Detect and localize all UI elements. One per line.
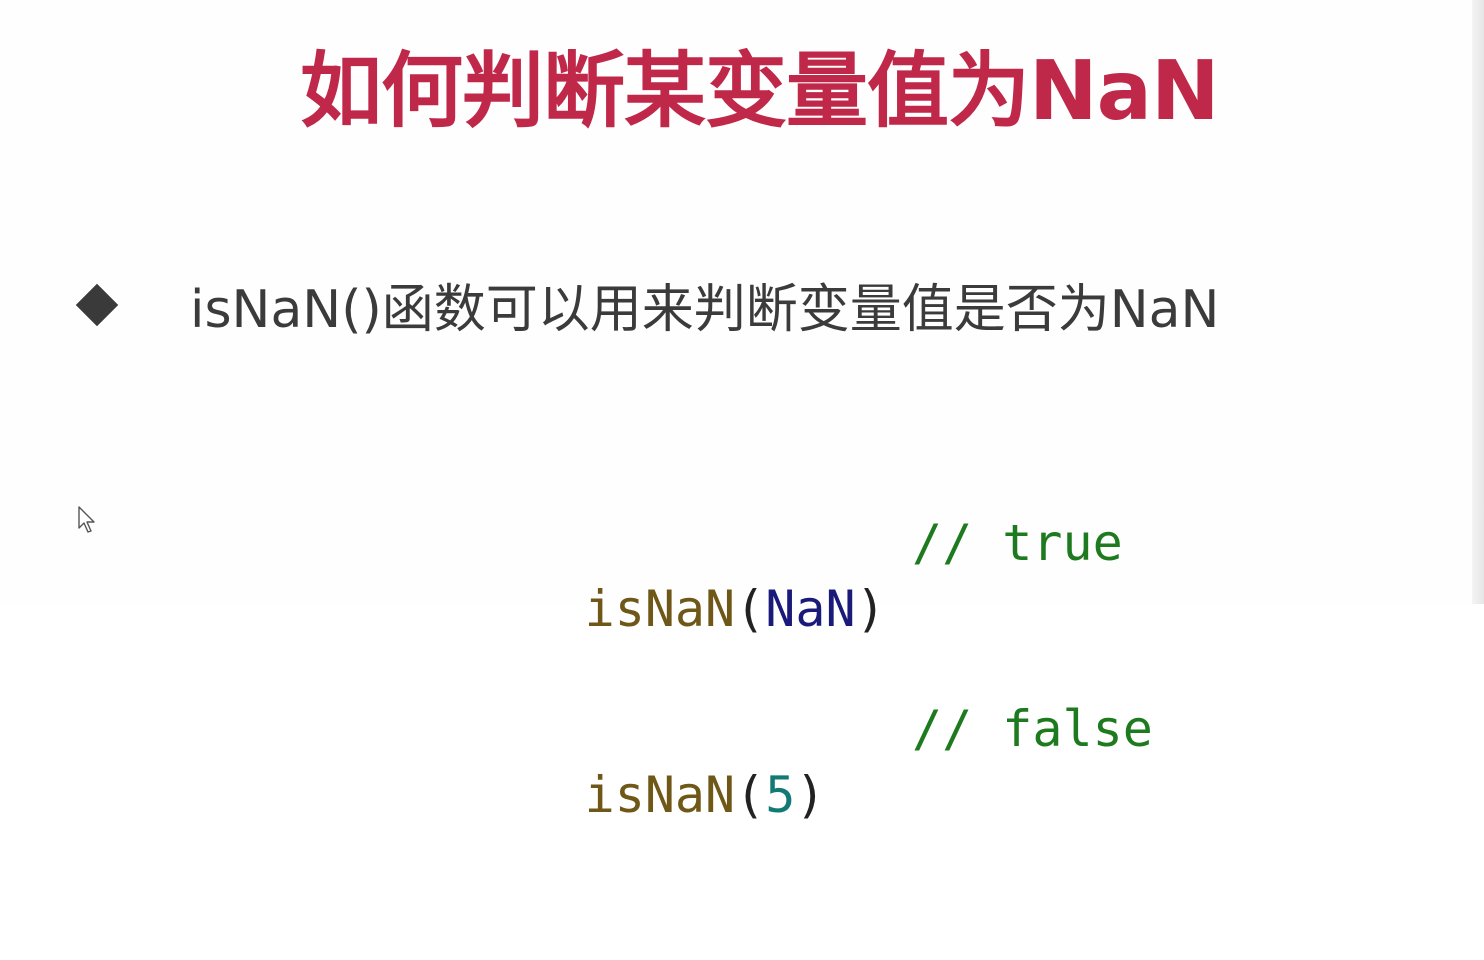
code-argument: NaN — [765, 580, 856, 638]
bullet-text: isNaN()函数可以用来判断变量值是否为NaN — [190, 280, 1220, 340]
code-paren-close: ) — [855, 580, 886, 638]
code-argument: 5 — [765, 766, 796, 824]
code-paren-close: ) — [795, 766, 826, 824]
code-line: isNaN(NaN) // true — [404, 510, 1123, 638]
mouse-pointer-icon — [78, 506, 95, 533]
code-paren-open: ( — [735, 766, 766, 824]
slide: 如何判断某变量值为NaN isNaN()函数可以用来判断变量值是否为NaN is… — [0, 0, 1484, 824]
code-comment: // true — [912, 514, 1123, 572]
code-function: isNaN — [584, 580, 736, 638]
code-line: isNaN(5) // false — [404, 696, 1153, 824]
diamond-bullet-icon — [75, 283, 119, 327]
slide-title: 如何判断某变量值为NaN — [300, 44, 1220, 139]
window-edge — [1472, 0, 1484, 604]
code-function: isNaN — [584, 766, 736, 824]
code-block: isNaN(NaN) // true isNaN(5) // false — [404, 394, 1153, 882]
code-paren-open: ( — [735, 580, 766, 638]
code-comment: // false — [912, 700, 1153, 758]
bullet-item: isNaN()函数可以用来判断变量值是否为NaN — [72, 270, 1362, 350]
